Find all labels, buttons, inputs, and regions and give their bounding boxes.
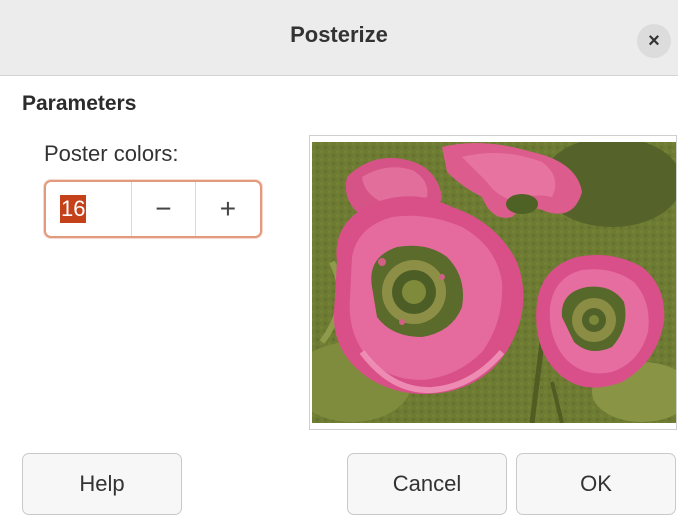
minus-icon: − <box>155 193 172 224</box>
poster-colors-label: Poster colors: <box>44 141 179 166</box>
preview-image <box>312 142 676 423</box>
poster-colors-value: 16 <box>60 195 87 223</box>
cancel-button[interactable]: Cancel <box>347 453 507 515</box>
dialog-title: Posterize <box>290 22 388 47</box>
poster-colors-input[interactable]: 16 <box>46 182 132 236</box>
help-button[interactable]: Help <box>22 453 182 515</box>
preview-frame <box>309 135 677 430</box>
poster-colors-spinbox: 16 − + <box>44 180 262 238</box>
dialog-titlebar: Posterize × <box>0 0 678 76</box>
decrement-button[interactable]: − <box>132 182 196 236</box>
increment-button[interactable]: + <box>196 182 260 236</box>
close-button[interactable]: × <box>637 24 671 58</box>
ok-button[interactable]: OK <box>516 453 676 515</box>
close-icon: × <box>648 29 660 52</box>
plus-icon: + <box>219 193 237 224</box>
parameters-heading: Parameters <box>22 92 137 115</box>
